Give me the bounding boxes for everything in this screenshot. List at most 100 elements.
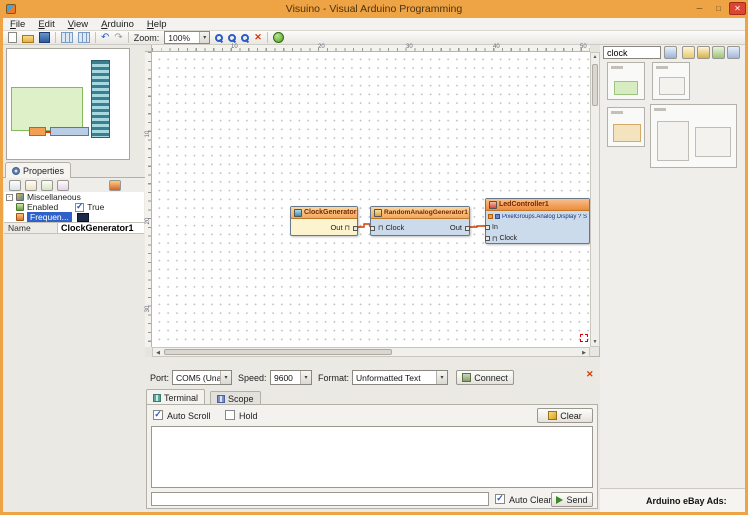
tab-properties[interactable]: Properties — [5, 162, 71, 178]
out-pin-connector[interactable] — [353, 226, 358, 231]
tree-row-category[interactable]: - Miscellaneous — [4, 192, 144, 202]
horizontal-scrollbar[interactable]: ◀ ▶ — [152, 347, 590, 357]
clock-pin-connector[interactable] — [485, 236, 490, 241]
collapse-icon[interactable]: - — [6, 194, 13, 201]
ruler-tick-label: 10 — [145, 130, 151, 138]
small-icons-view-icon[interactable] — [727, 46, 740, 59]
menu-help[interactable]: Help — [147, 19, 167, 30]
ruler-tick-label: 20 — [318, 44, 325, 50]
out-pin-connector[interactable] — [465, 226, 470, 231]
send-button[interactable]: Send — [551, 492, 593, 507]
port-select[interactable]: COM5 (Unav... ▾ — [172, 370, 232, 385]
palette-item[interactable] — [607, 62, 645, 100]
design-overview-minimap[interactable] — [6, 48, 130, 160]
properties-tab-row: Properties — [3, 162, 145, 178]
scope-tab-label: Scope — [228, 394, 254, 404]
app-window: Visuino - Visual Arduino Programming ─ □… — [0, 0, 748, 515]
format-select[interactable]: Unformatted Text ▾ — [352, 370, 448, 385]
delete-icon[interactable]: ✕ — [254, 32, 262, 43]
scrollbar-thumb[interactable] — [164, 349, 392, 355]
collapse-categories-icon[interactable] — [697, 46, 710, 59]
terminal-frame: ✓ Auto Scroll Hold Clear ✓ Auto Clear Se… — [146, 404, 598, 509]
expand-categories-icon[interactable] — [682, 46, 695, 59]
zoom-value: 100% — [168, 33, 190, 43]
palette-item[interactable] — [607, 107, 645, 147]
name-value: ClockGenerator1 — [58, 223, 144, 233]
scrollbar-thumb[interactable] — [592, 64, 598, 106]
menu-file[interactable]: File — [10, 19, 25, 30]
scroll-down-icon[interactable]: ▼ — [591, 339, 599, 345]
component-clock-generator[interactable]: ClockGenerator1 Out ⊓ — [290, 206, 358, 236]
snap-grid-icon[interactable] — [78, 32, 90, 43]
tab-scope[interactable]: Scope — [210, 391, 261, 405]
expand-all-icon[interactable] — [41, 180, 53, 191]
zoom-in-icon[interactable] — [215, 34, 223, 42]
clear-label: Clear — [560, 411, 582, 421]
collapse-all-icon[interactable] — [57, 180, 69, 191]
component-random-analog-generator[interactable]: RandomAnalogGenerator1 ⊓ Clock Out — [370, 206, 470, 236]
categorized-view-icon[interactable] — [9, 180, 21, 191]
clock-pin-connector[interactable] — [370, 226, 375, 231]
redo-icon[interactable]: ↷ — [114, 32, 122, 43]
speed-select[interactable]: 9600 ▾ — [270, 370, 312, 385]
enabled-label: Enabled — [27, 202, 58, 212]
pin-row-in: In — [486, 222, 589, 233]
wire-clock-to-random[interactable] — [358, 224, 370, 227]
wire-random-to-led[interactable] — [470, 226, 485, 227]
search-icon[interactable] — [664, 46, 677, 59]
palette-item[interactable] — [650, 104, 737, 168]
hold-checkbox[interactable] — [225, 410, 235, 420]
enabled-checkbox[interactable]: ✓ — [75, 203, 84, 212]
open-project-icon[interactable] — [22, 35, 34, 43]
minimize-button[interactable]: ─ — [691, 2, 708, 15]
component-led-controller[interactable]: LedController1 PixelGroups.Analog Displa… — [485, 198, 590, 244]
design-canvas[interactable]: ClockGenerator1 Out ⊓ RandomAnalogGenera… — [152, 52, 590, 347]
new-project-icon[interactable] — [8, 32, 17, 43]
tree-row-enabled[interactable]: Enabled ✓ True — [4, 202, 144, 212]
alphabetical-view-icon[interactable] — [25, 180, 37, 191]
zoom-label: Zoom: — [134, 33, 160, 43]
component-search-input[interactable] — [603, 46, 661, 59]
property-editor-button[interactable] — [77, 213, 89, 222]
component-title: ClockGenerator1 — [304, 209, 357, 216]
maximize-button[interactable]: □ — [710, 2, 727, 15]
scroll-left-icon[interactable]: ◀ — [154, 350, 162, 356]
zoom-select[interactable]: 100% ▾ — [164, 31, 210, 44]
in-pin-connector[interactable] — [485, 225, 490, 230]
scroll-right-icon[interactable]: ▶ — [580, 350, 588, 356]
send-message-input[interactable] — [151, 492, 489, 506]
selected-property-label[interactable]: Frequen... — [27, 212, 72, 222]
component-header: ClockGenerator1 — [291, 207, 357, 219]
clear-button[interactable]: Clear — [537, 408, 593, 423]
close-panel-icon[interactable]: ✕ — [586, 369, 594, 380]
palette-item-preview — [695, 127, 731, 157]
connect-label: Connect — [474, 373, 508, 383]
tree-row-frequency[interactable]: Frequen... — [4, 212, 144, 222]
tab-terminal[interactable]: Terminal — [146, 389, 205, 405]
close-button[interactable]: ✕ — [729, 2, 746, 15]
scroll-up-icon[interactable]: ▲ — [591, 54, 599, 60]
about-icon[interactable] — [273, 32, 284, 43]
terminal-output[interactable] — [151, 426, 593, 488]
component-title: RandomAnalogGenerator1 — [384, 209, 468, 216]
menu-arduino[interactable]: Arduino — [101, 19, 134, 30]
minimap-viewport[interactable] — [11, 87, 83, 131]
reset-property-icon[interactable] — [109, 180, 121, 191]
property-row-pixel-groups[interactable]: PixelGroups.Analog Display ? S — [486, 211, 589, 222]
zoom-out-icon[interactable] — [228, 34, 236, 42]
auto-scroll-checkbox[interactable]: ✓ — [153, 410, 163, 420]
auto-clear-checkbox[interactable]: ✓ — [495, 494, 505, 504]
save-project-icon[interactable] — [39, 32, 50, 43]
menu-view[interactable]: View — [68, 19, 88, 30]
palette-item[interactable] — [652, 62, 690, 100]
grid-toggle-icon[interactable] — [61, 32, 73, 43]
zoom-fit-icon[interactable] — [241, 34, 249, 42]
menu-edit[interactable]: Edit — [38, 19, 54, 30]
undo-icon[interactable]: ↶ — [101, 32, 109, 43]
big-icons-view-icon[interactable] — [712, 46, 725, 59]
name-label: Name — [4, 223, 58, 233]
connect-button[interactable]: Connect — [456, 370, 514, 385]
app-logo-icon — [6, 4, 16, 14]
send-icon — [556, 496, 563, 504]
vertical-scrollbar[interactable]: ▲ ▼ — [590, 52, 600, 347]
